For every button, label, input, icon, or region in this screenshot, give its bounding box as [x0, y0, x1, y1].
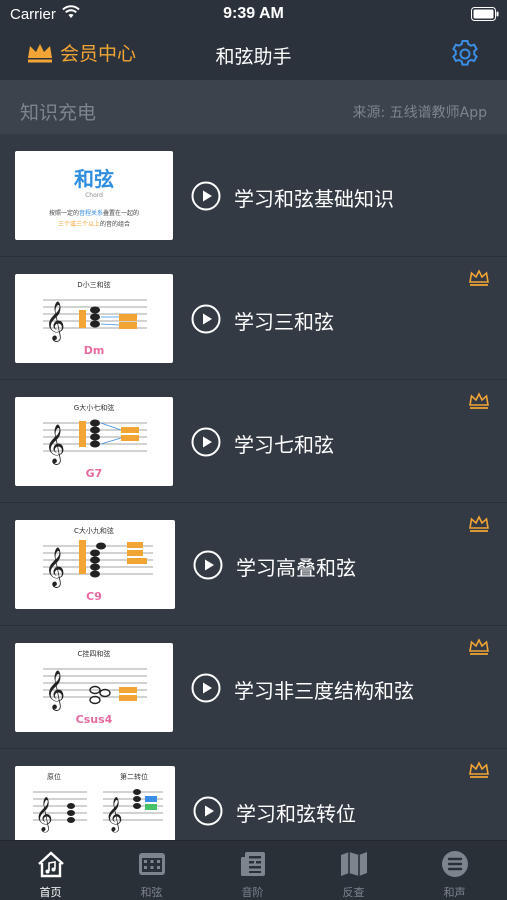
lesson-row[interactable]: 原位 第二转位 𝄞 𝄞 学习和弦转位 — [0, 749, 507, 840]
play-icon[interactable] — [191, 427, 221, 457]
lesson-title[interactable]: 学习七和弦 — [234, 429, 334, 458]
tab-scales[interactable]: 音阶 — [202, 841, 303, 900]
svg-text:𝄞: 𝄞 — [105, 797, 123, 833]
svg-text:𝄞: 𝄞 — [45, 547, 65, 588]
svg-text:𝄞: 𝄞 — [45, 424, 65, 465]
premium-crown-icon — [469, 515, 489, 532]
thumb-description-line: 三个或三个以上的音的组合 — [15, 219, 173, 228]
section-header: 知识充电 来源: 五线谱教师App — [0, 80, 507, 134]
lesson-title[interactable]: 学习和弦转位 — [236, 798, 356, 827]
chord-name: Csus4 — [75, 713, 113, 726]
svg-text:𝄞: 𝄞 — [45, 301, 65, 342]
tab-label: 和声 — [443, 886, 466, 899]
tab-label: 反查 — [342, 886, 365, 899]
tab-harmony[interactable]: 和声 — [404, 841, 505, 900]
lesson-title[interactable]: 学习和弦基础知识 — [234, 183, 394, 212]
svg-text:𝄞: 𝄞 — [35, 797, 53, 833]
lesson-title[interactable]: 学习非三度结构和弦 — [234, 675, 414, 704]
premium-crown-icon — [469, 269, 489, 286]
list-circle-icon — [442, 851, 468, 877]
lesson-thumbnail: C大小九和弦 𝄞 C9 — [15, 520, 175, 609]
tab-label: 首页 — [39, 886, 62, 899]
tab-bar: 首页 和弦 音阶 反查 和声 — [0, 840, 507, 900]
play-icon[interactable] — [193, 550, 223, 580]
tab-chords[interactable]: 和弦 — [101, 841, 202, 900]
premium-crown-icon — [469, 761, 489, 778]
battery-icon — [471, 7, 499, 21]
map-icon — [341, 852, 367, 876]
lesson-thumbnail: G大小七和弦 𝄞 G7 — [15, 397, 173, 486]
section-title: 知识充电 — [20, 102, 97, 124]
lesson-row[interactable]: C大小九和弦 𝄞 C9 学习高叠和弦 — [0, 503, 507, 626]
play-icon[interactable] — [191, 181, 221, 211]
navigation-bar: 会员中心 和弦助手 — [0, 30, 507, 80]
clock: 9:39 AM — [223, 5, 284, 22]
home-music-icon — [38, 851, 64, 878]
thumb-title: 和弦 — [74, 167, 114, 191]
thumb-text-highlight: 音程关系 — [78, 210, 103, 217]
lesson-thumbnail: C挂四和弦 𝄞 Csus4 — [15, 643, 173, 732]
lesson-row[interactable]: D小三和弦 𝄞 Dm 学习三和弦 — [0, 257, 507, 380]
play-icon[interactable] — [191, 304, 221, 334]
lesson-thumbnail: 和弦 Chord 按照一定的音程关系叠置在一起的 三个或三个以上的音的组合 — [15, 151, 173, 240]
thumb-description-line: 按照一定的音程关系叠置在一起的 — [15, 208, 173, 217]
chord-name: Dm — [83, 344, 105, 357]
settings-gear-icon[interactable] — [449, 38, 481, 70]
thumb-text: 的音的组合 — [100, 221, 131, 228]
vip-center-button[interactable]: 会员中心 — [26, 39, 136, 66]
lesson-list[interactable]: 和弦 Chord 按照一定的音程关系叠置在一起的 三个或三个以上的音的组合 学习… — [0, 134, 507, 840]
tab-label: 和弦 — [140, 886, 163, 899]
chord-name: G7 — [85, 467, 103, 480]
keyboard-icon — [139, 853, 165, 875]
lesson-title[interactable]: 学习三和弦 — [234, 306, 334, 335]
scale-list-icon — [241, 852, 265, 876]
lesson-thumbnail: D小三和弦 𝄞 Dm — [15, 274, 173, 363]
vip-center-label: 会员中心 — [60, 43, 137, 65]
play-icon[interactable] — [191, 673, 221, 703]
thumb-text: 叠置在一起的 — [103, 210, 140, 217]
thumb-text: 按照一定的 — [48, 210, 79, 217]
tab-lookup[interactable]: 反查 — [303, 841, 404, 900]
tab-label: 音阶 — [241, 886, 264, 899]
lesson-row[interactable]: G大小七和弦 𝄞 G7 学习七和弦 — [0, 380, 507, 503]
svg-text:𝄞: 𝄞 — [45, 670, 65, 711]
lesson-row[interactable]: 和弦 Chord 按照一定的音程关系叠置在一起的 三个或三个以上的音的组合 学习… — [0, 134, 507, 257]
lesson-row[interactable]: C挂四和弦 𝄞 Csus4 学习非三度结构和弦 — [0, 626, 507, 749]
play-icon[interactable] — [193, 796, 223, 826]
thumb-text-highlight: 三个或三个以上 — [57, 221, 100, 228]
tab-home[interactable]: 首页 — [0, 841, 101, 900]
staff-illustration: 𝄞 𝄞 — [33, 789, 163, 833]
premium-crown-icon — [469, 638, 489, 655]
chord-name: C9 — [86, 590, 102, 603]
lesson-title[interactable]: 学习高叠和弦 — [236, 552, 356, 581]
lesson-thumbnail: 原位 第二转位 𝄞 𝄞 — [15, 766, 175, 840]
crown-icon — [28, 43, 52, 62]
thumb-subtitle: Chord — [85, 192, 103, 199]
status-bar: Carrier 9:39 AM — [0, 0, 507, 30]
section-source: 来源: 五线谱教师App — [352, 105, 487, 121]
premium-crown-icon — [469, 392, 489, 409]
